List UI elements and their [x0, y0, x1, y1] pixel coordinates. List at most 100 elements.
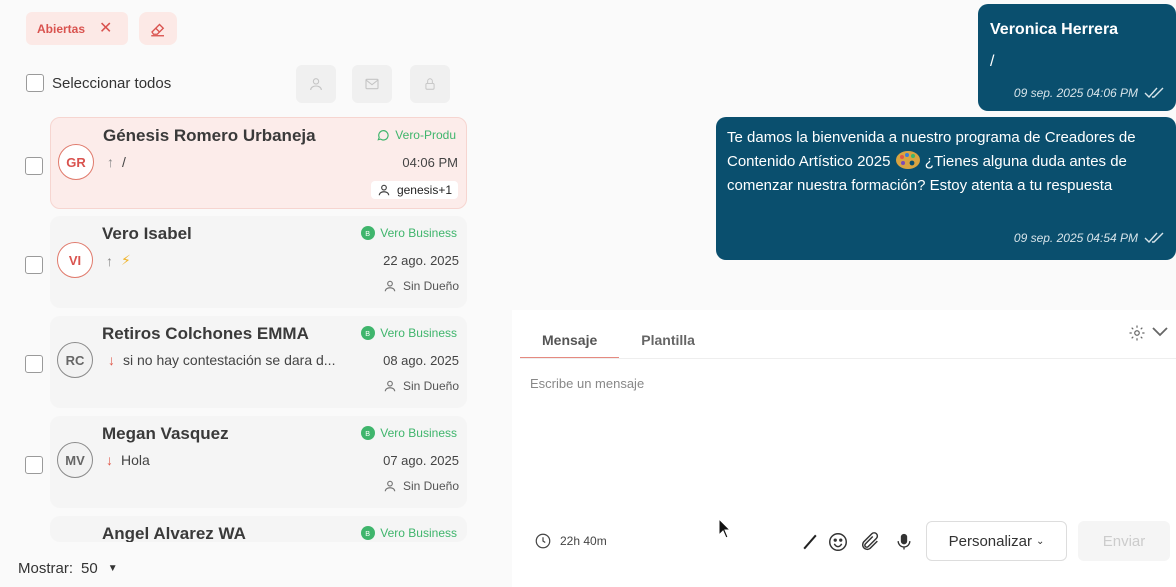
message-bubble: Veronica Herrera / 09 sep. 2025 04:06 PM [978, 4, 1176, 111]
assign-user-button[interactable] [296, 65, 336, 103]
message-composer: Mensaje Plantilla 22h 40m [512, 310, 1176, 587]
clear-filters-button[interactable] [139, 12, 177, 45]
select-all-label: Seleccionar todos [52, 74, 172, 92]
filter-chip-open[interactable]: Abiertas ✕ [26, 12, 128, 45]
message-time: 09 sep. 2025 04:54 PM [1013, 231, 1138, 245]
conversation-item[interactable]: MV Megan Vasquez ↓ Hola B Vero Business … [50, 416, 467, 508]
owner-name: Sin Dueño [402, 379, 459, 393]
message-meta: 09 sep. 2025 04:54 PM [1014, 231, 1166, 245]
conversation-checkbox[interactable] [25, 256, 43, 274]
conversation-preview: ↓ Hola [106, 452, 150, 468]
timer-value: 22h 40m [560, 534, 607, 548]
page-size-label: Mostrar: [18, 560, 74, 577]
channel-name: Vero Business [380, 226, 457, 240]
tab-template[interactable]: Plantilla [619, 324, 717, 359]
owner-badge: genesis+1 [370, 181, 458, 199]
tab-divider [520, 358, 1176, 359]
channel-name: Vero Business [380, 426, 457, 440]
chevron-down-icon: ⌄ [1035, 535, 1045, 547]
microphone-icon [897, 533, 911, 550]
channel-badge: B Vero Business [361, 226, 457, 240]
conversation-item[interactable]: Angel Alvarez WA B Vero Business [50, 516, 467, 542]
conversation-list-panel: Abiertas ✕ Seleccionar todos GR Génesis … [0, 0, 508, 587]
conversation-name: Retiros Colchones EMMA [102, 324, 309, 343]
preview-text: si no hay contestación se dara d... [123, 352, 336, 368]
select-all-checkbox[interactable] [26, 74, 44, 92]
conversation-checkbox[interactable] [25, 456, 43, 474]
owner-name: Sin Dueño [402, 479, 459, 493]
user-icon [384, 380, 396, 392]
paperclip-icon [861, 532, 879, 551]
conversation-preview: ↓ si no hay contestación se dara d... [108, 352, 335, 368]
conversation-item[interactable]: RC Retiros Colchones EMMA ↓ si no hay co… [50, 316, 467, 408]
conversation-item[interactable]: VI Vero Isabel ↑ ⚡ B Vero Business 22 ag… [50, 216, 467, 308]
svg-text:B: B [365, 229, 370, 237]
business-icon: B [361, 226, 376, 240]
signature-button[interactable] [798, 530, 822, 554]
channel-name: Vero Business [380, 526, 457, 540]
conversation-checkbox[interactable] [25, 157, 43, 175]
pen-icon [803, 534, 817, 550]
gear-icon[interactable] [1128, 324, 1146, 342]
channel-name: Vero Business [380, 326, 457, 340]
send-button[interactable]: Enviar [1078, 521, 1170, 561]
avatar: VI [57, 242, 93, 278]
business-icon: B [361, 326, 376, 340]
svg-text:B: B [365, 429, 370, 437]
owner-badge: Sin Dueño [383, 379, 459, 393]
palette-emoji-icon [895, 151, 920, 169]
business-icon: B [361, 426, 376, 440]
user-icon [384, 280, 396, 292]
channel-badge: B Vero Business [361, 426, 457, 440]
double-check-icon [1144, 87, 1164, 99]
business-icon: B [361, 526, 376, 540]
channel-badge: B Vero Business [361, 326, 457, 340]
owner-name: genesis+1 [396, 183, 452, 197]
arrow-up-icon: ↑ [107, 154, 114, 170]
session-timer: 22h 40m [534, 532, 607, 550]
conversation-checkbox[interactable] [25, 355, 43, 373]
user-icon [310, 78, 322, 91]
close-icon[interactable]: ✕ [99, 20, 112, 37]
message-input[interactable] [530, 376, 1150, 391]
personalize-dropdown[interactable]: Personalizar ⌄ [926, 521, 1067, 561]
app-root: Abiertas ✕ Seleccionar todos GR Génesis … [0, 0, 1176, 587]
conversation-name: Megan Vasquez [102, 424, 229, 443]
chevron-down-icon[interactable] [1150, 324, 1170, 340]
conversation-date: 08 ago. 2025 [383, 353, 459, 368]
avatar: GR [58, 144, 94, 180]
personalize-label: Personalizar [948, 532, 1032, 550]
channel-badge: B Vero Business [361, 526, 457, 540]
voice-button[interactable] [892, 530, 916, 554]
attach-button[interactable] [858, 530, 882, 554]
page-size-value: 50 [81, 560, 98, 577]
user-icon [384, 480, 396, 492]
eraser-icon [151, 23, 165, 36]
whatsapp-icon [377, 130, 389, 141]
message-text: Te damos la bienvenida a nuestro program… [727, 126, 1167, 198]
select-all-row[interactable]: Seleccionar todos [26, 74, 171, 92]
message-text: / [990, 53, 995, 70]
arrow-down-icon: ↓ [106, 452, 113, 468]
message-bubble: Te damos la bienvenida a nuestro program… [716, 117, 1176, 260]
mark-read-button[interactable] [352, 65, 392, 103]
lock-button[interactable] [410, 65, 450, 103]
svg-text:B: B [365, 529, 370, 537]
owner-name: Sin Dueño [402, 279, 459, 293]
owner-badge: Sin Dueño [383, 279, 459, 293]
page-size-dropdown[interactable]: 50 ▼ [81, 560, 118, 577]
conversation-item[interactable]: GR Génesis Romero Urbaneja ↑ / Vero-Prod… [50, 117, 467, 209]
preview-text: / [122, 154, 126, 170]
arrow-up-icon: ↑ [106, 252, 113, 269]
lock-icon [425, 78, 435, 90]
conversation-preview: ↑ ⚡ [106, 252, 131, 269]
message-time: 09 sep. 2025 04:06 PM [1013, 86, 1138, 100]
mouse-pointer-icon [718, 518, 732, 539]
conversation-date: 22 ago. 2025 [383, 253, 459, 268]
message-meta: 09 sep. 2025 04:06 PM [1014, 86, 1166, 100]
emoji-button[interactable] [826, 530, 850, 554]
owner-badge: Sin Dueño [383, 479, 459, 493]
mail-icon [365, 78, 379, 90]
tab-message[interactable]: Mensaje [520, 324, 620, 359]
channel-name: Vero-Produ [395, 128, 456, 142]
